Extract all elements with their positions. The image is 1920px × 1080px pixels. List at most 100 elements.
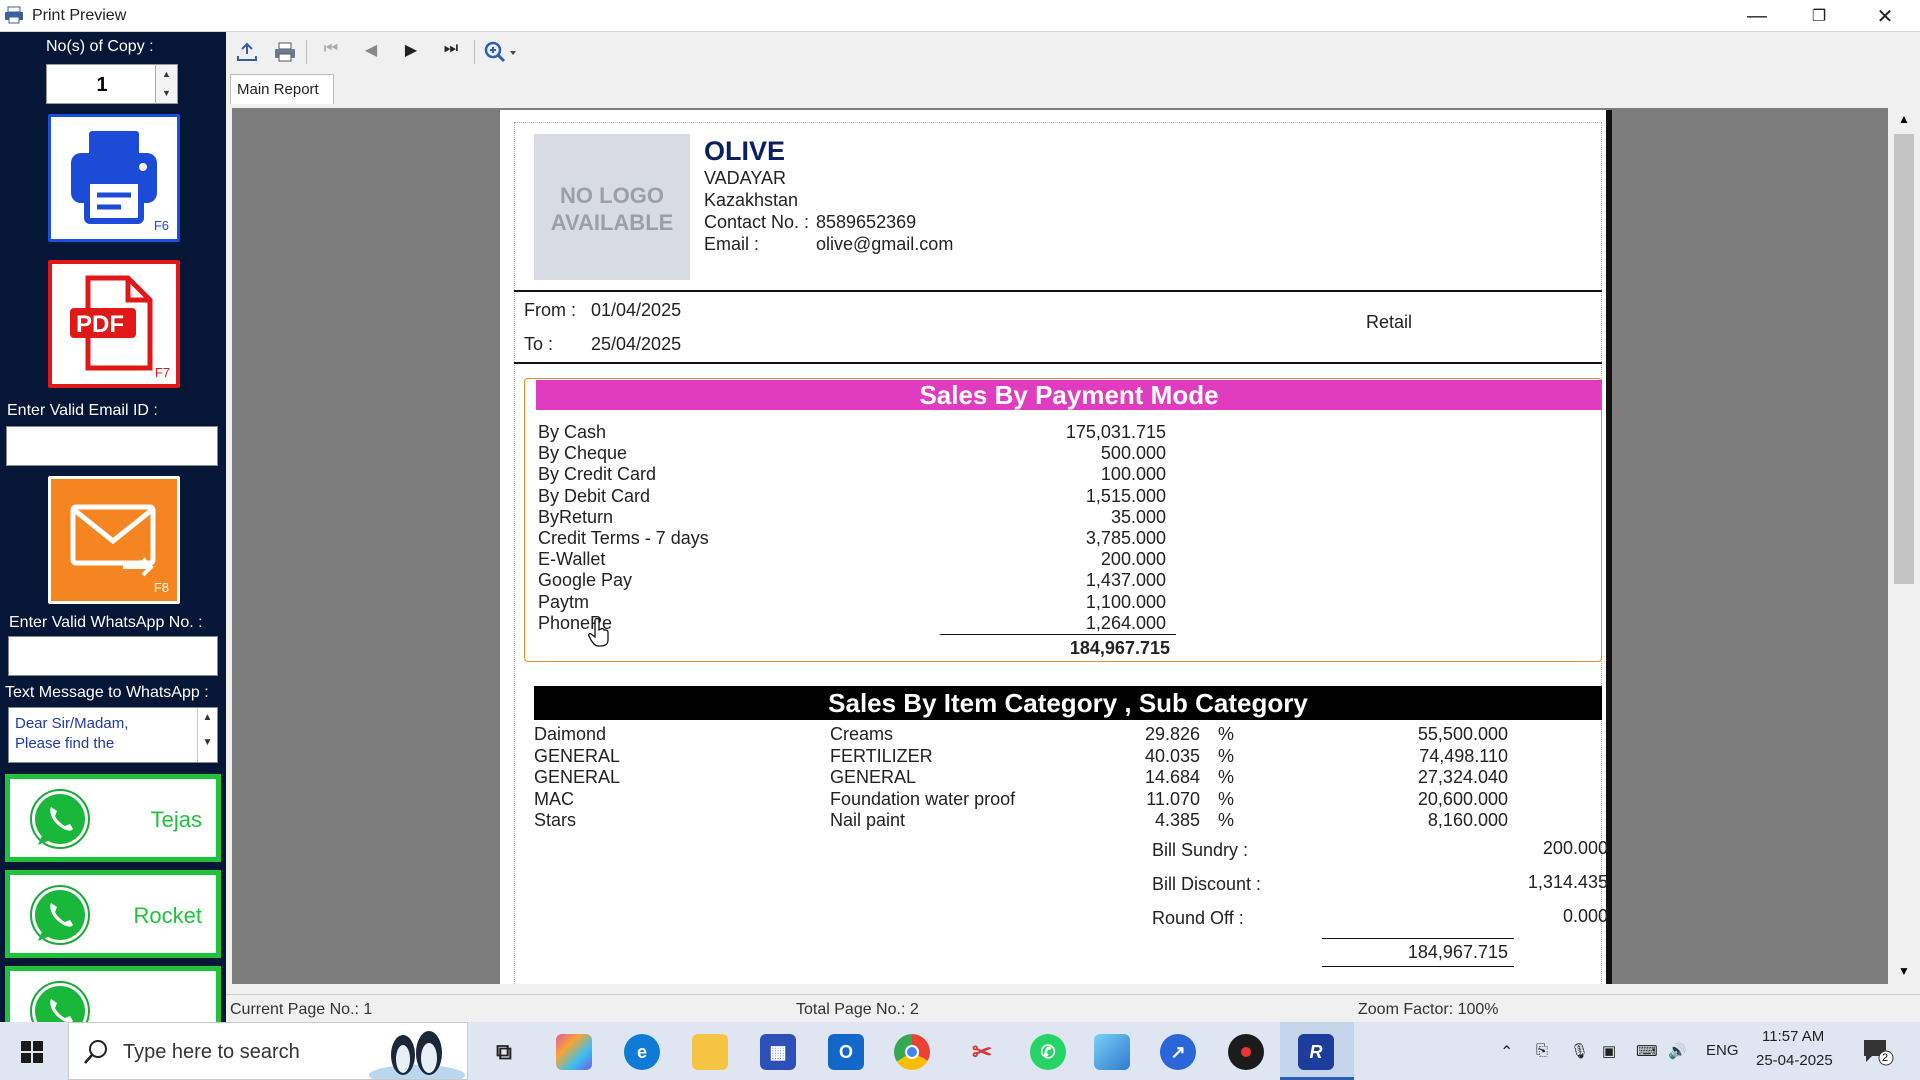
first-page-icon[interactable]: ⏮ bbox=[318, 40, 344, 64]
scroll-up-icon[interactable]: ▲ bbox=[198, 712, 217, 723]
report-type: Retail bbox=[1366, 312, 1413, 332]
percent-sign: % bbox=[1218, 724, 1235, 744]
spin-up-icon[interactable]: ▲ bbox=[156, 65, 177, 84]
export-icon[interactable] bbox=[234, 40, 260, 64]
sub-category-name: FERTILIZER bbox=[830, 745, 933, 766]
sub-category-name: Creams bbox=[830, 724, 894, 744]
copies-stepper[interactable]: 1 ▲ ▼ bbox=[46, 64, 178, 104]
category-percent: 11.070 bbox=[1146, 788, 1200, 809]
file-explorer-icon[interactable] bbox=[692, 1034, 728, 1070]
scroll-down-icon[interactable]: ▼ bbox=[1898, 964, 1910, 978]
report-page: NO LOGO AVAILABLE OLIVE VADAYAR Kazakhst… bbox=[500, 110, 1612, 984]
whatsapp-button-partial[interactable] bbox=[5, 966, 221, 1022]
title-bar: Print Preview — ❐ ✕ bbox=[0, 0, 1920, 32]
print-toolbar-icon[interactable] bbox=[272, 40, 298, 64]
payment-mode-name: By Debit Card bbox=[538, 485, 651, 506]
hand-cursor-icon bbox=[588, 618, 609, 647]
remote-app-icon[interactable]: ↗ bbox=[1160, 1034, 1196, 1070]
payment-mode-amount: 1,264.000 bbox=[1085, 612, 1166, 633]
whatsapp-number-input[interactable] bbox=[8, 636, 218, 676]
task-view-icon[interactable]: ⧉ bbox=[486, 1034, 522, 1070]
notepad-app-icon[interactable] bbox=[1094, 1034, 1130, 1070]
microphone-icon[interactable]: 🎙 bbox=[1570, 1042, 1589, 1060]
copies-label: No(s) of Copy : bbox=[46, 38, 154, 55]
pdf-button[interactable]: PDF F7 bbox=[48, 260, 180, 388]
payment-mode-amount: 100.000 bbox=[1100, 464, 1166, 485]
category-amount: 55,500.000 bbox=[1417, 724, 1508, 744]
company-address-line: Kazakhstan bbox=[704, 190, 799, 210]
email-hotkey: F8 bbox=[153, 580, 169, 595]
pdf-hotkey: F7 bbox=[154, 365, 170, 380]
to-date: 25/04/2025 bbox=[591, 334, 682, 354]
windows-start-icon[interactable] bbox=[20, 1040, 44, 1064]
network-icon[interactable]: ⌨ bbox=[1636, 1042, 1658, 1060]
printer-app-icon bbox=[5, 6, 23, 24]
taskbar-search-box[interactable]: Type here to search bbox=[68, 1022, 468, 1080]
close-button[interactable]: ✕ bbox=[1854, 0, 1916, 32]
payment-mode-amount: 1,100.000 bbox=[1085, 591, 1166, 612]
category-amount: 8,160.000 bbox=[1427, 810, 1508, 831]
penguins-search-highlight-icon bbox=[369, 1031, 465, 1079]
minimize-button[interactable]: — bbox=[1726, 0, 1788, 32]
scroll-down-icon[interactable]: ▼ bbox=[198, 737, 217, 748]
clock-date[interactable]: 25-04-2025 bbox=[1756, 1052, 1833, 1069]
message-scrollbar[interactable]: ▲ ▼ bbox=[197, 708, 217, 762]
window-title: Print Preview bbox=[32, 7, 127, 24]
notification-center-icon[interactable] bbox=[1862, 1038, 1894, 1066]
payment-mode-name: Paytm bbox=[538, 591, 590, 612]
company-name: OLIVE bbox=[704, 136, 786, 166]
whatsapp-contact-name: Rocket bbox=[133, 903, 202, 928]
search-icon bbox=[84, 1040, 107, 1064]
email-button[interactable]: F8 bbox=[48, 476, 180, 604]
search-placeholder: Type here to search bbox=[123, 1041, 300, 1063]
previous-page-icon[interactable]: ◀ bbox=[358, 40, 384, 64]
whatsapp-button-tejas[interactable]: Tejas bbox=[5, 774, 221, 862]
recording-app-icon[interactable] bbox=[1228, 1034, 1264, 1070]
restore-button[interactable]: ❐ bbox=[1788, 0, 1850, 32]
copilot-icon[interactable] bbox=[556, 1034, 592, 1070]
edge-browser-icon[interactable]: e bbox=[624, 1034, 660, 1070]
tab-main-report[interactable]: Main Report bbox=[230, 74, 334, 104]
outlook-icon[interactable]: O bbox=[828, 1034, 864, 1070]
message-label: Text Message to WhatsApp : bbox=[5, 684, 209, 701]
grand-total: 184,967.715 bbox=[1407, 942, 1508, 962]
email-input[interactable] bbox=[6, 426, 218, 466]
zoom-icon[interactable] bbox=[482, 40, 522, 64]
volume-icon[interactable]: 🔊 bbox=[1668, 1042, 1687, 1060]
percent-sign: % bbox=[1218, 788, 1235, 809]
clock-time[interactable]: 11:57 AM bbox=[1762, 1028, 1824, 1045]
snipping-tool-icon[interactable]: ✂ bbox=[964, 1034, 1000, 1070]
whatsapp-icon bbox=[30, 885, 90, 945]
vertical-scrollbar[interactable]: ▲ ▼ bbox=[1888, 108, 1920, 984]
whatsapp-button-rocket[interactable]: Rocket bbox=[5, 870, 221, 958]
category-name: Daimond bbox=[534, 724, 607, 744]
billing-app-icon[interactable]: R bbox=[1298, 1034, 1334, 1070]
last-page-icon[interactable]: ⏭ bbox=[438, 40, 464, 64]
tray-app-icon[interactable]: ▣ bbox=[1602, 1042, 1616, 1060]
bill-sundry-label: Bill Sundry : bbox=[1152, 840, 1249, 860]
message-textarea[interactable]: Dear Sir/Madam, Please find the ▲ ▼ bbox=[8, 707, 218, 763]
category-name: GENERAL bbox=[534, 767, 621, 788]
copies-value[interactable]: 1 bbox=[47, 74, 157, 97]
message-line: Dear Sir/Madam, bbox=[15, 715, 129, 732]
category-percent: 40.035 bbox=[1144, 745, 1200, 766]
payment-mode-name: ByReturn bbox=[538, 506, 614, 527]
report-preview-area: NO LOGO AVAILABLE OLIVE VADAYAR Kazakhst… bbox=[232, 108, 1892, 984]
contact-value: 8589652369 bbox=[816, 212, 917, 232]
tray-device-icon[interactable]: ⎘ bbox=[1536, 1042, 1548, 1059]
tray-expand-icon[interactable]: ⌃ bbox=[1500, 1042, 1513, 1062]
language-indicator[interactable]: ENG bbox=[1706, 1042, 1739, 1059]
chrome-browser-icon[interactable] bbox=[894, 1034, 930, 1070]
whatsapp-taskbar-icon[interactable]: ✆ bbox=[1030, 1034, 1066, 1070]
spin-down-icon[interactable]: ▼ bbox=[156, 84, 177, 103]
category-amount: 27,324.040 bbox=[1417, 767, 1508, 788]
copies-spinner[interactable]: ▲ ▼ bbox=[155, 65, 177, 103]
payment-mode-amount: 1,437.000 bbox=[1085, 570, 1166, 591]
next-page-icon[interactable]: ▶ bbox=[398, 40, 424, 64]
scroll-up-icon[interactable]: ▲ bbox=[1898, 112, 1910, 126]
print-button[interactable]: F6 bbox=[48, 114, 180, 242]
bill-sundry-value: 200.000 bbox=[1542, 838, 1608, 858]
scroll-thumb[interactable] bbox=[1894, 134, 1914, 584]
email-label: Enter Valid Email ID : bbox=[7, 402, 158, 419]
microsoft-store-icon[interactable]: ▦ bbox=[760, 1034, 796, 1070]
